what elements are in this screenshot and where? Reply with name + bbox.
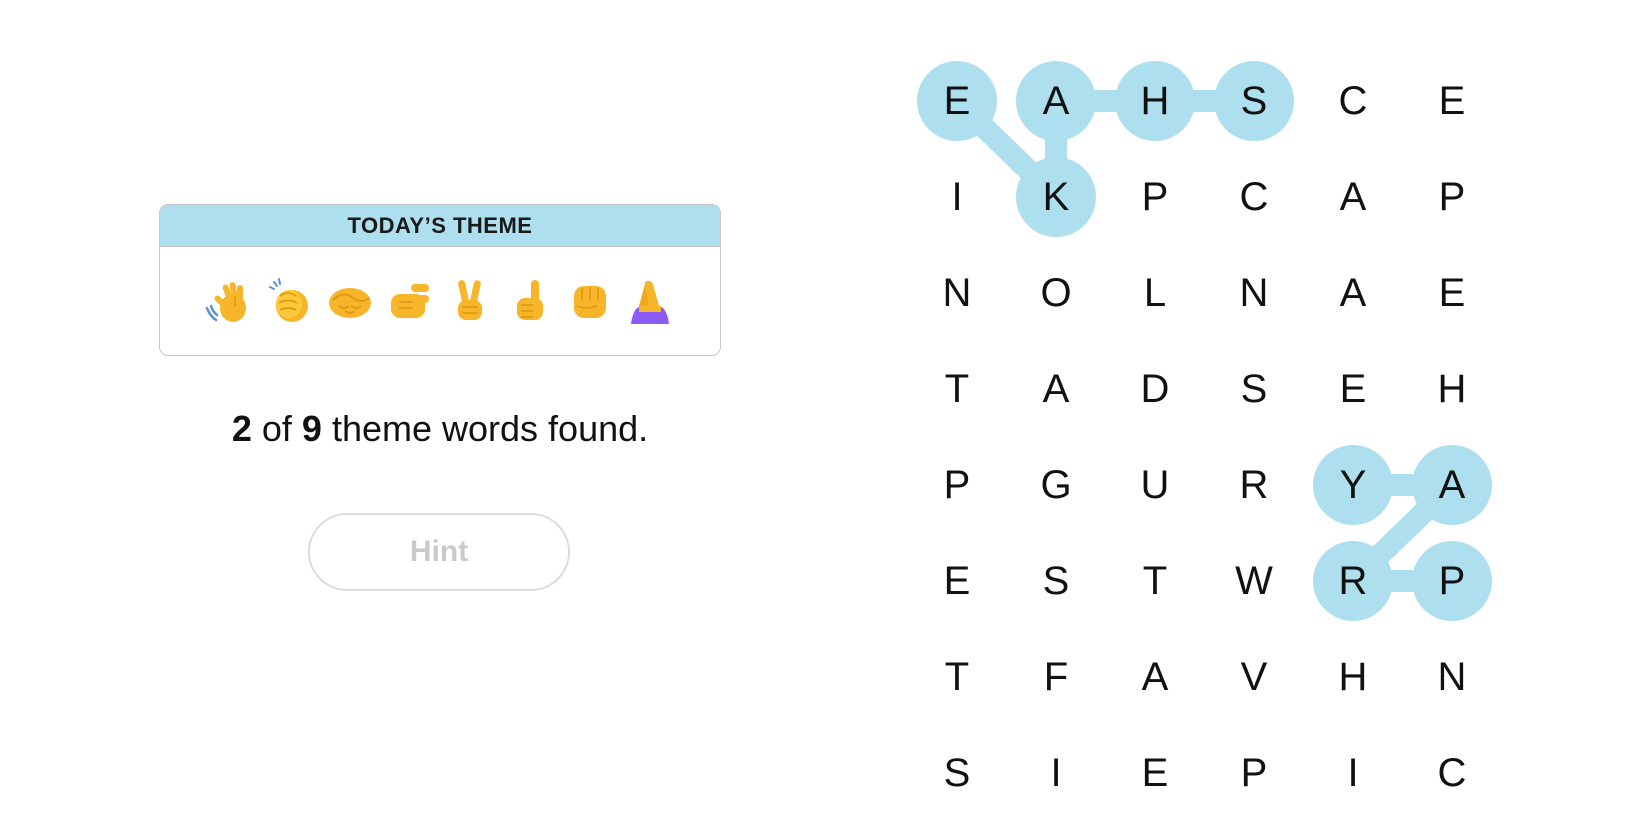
- letter-cell[interactable]: R: [1214, 445, 1294, 525]
- letter-cell[interactable]: S: [917, 733, 997, 813]
- theme-emoji-row: [160, 247, 720, 355]
- letter-cell[interactable]: S: [1214, 349, 1294, 429]
- letter-cell[interactable]: O: [1016, 253, 1096, 333]
- progress-suffix: theme words found.: [331, 408, 649, 449]
- letter-cell[interactable]: N: [917, 253, 997, 333]
- letter-cell[interactable]: P: [1412, 157, 1492, 237]
- letter-cell[interactable]: T: [917, 637, 997, 717]
- clapping-hands-icon: [265, 276, 315, 326]
- index-pointing-up-icon: [505, 276, 555, 326]
- letter-cell[interactable]: D: [1115, 349, 1195, 429]
- letter-cell[interactable]: C: [1214, 157, 1294, 237]
- letter-cell[interactable]: E: [1313, 349, 1393, 429]
- letter-cell[interactable]: E: [1115, 733, 1195, 813]
- letter-cell[interactable]: N: [1214, 253, 1294, 333]
- letter-cell[interactable]: G: [1016, 445, 1096, 525]
- letter-cell[interactable]: N: [1412, 637, 1492, 717]
- letter-cell[interactable]: W: [1214, 541, 1294, 621]
- letter-cell[interactable]: C: [1313, 61, 1393, 141]
- hint-button[interactable]: Hint: [308, 513, 570, 591]
- progress-text: 2 of 9 theme words found.: [159, 408, 721, 450]
- handshake-icon: [325, 276, 375, 326]
- letter-cell[interactable]: T: [1115, 541, 1195, 621]
- letter-cell[interactable]: P: [1412, 541, 1492, 621]
- letter-cell[interactable]: A: [1115, 637, 1195, 717]
- letter-cell[interactable]: E: [917, 541, 997, 621]
- letter-cell[interactable]: S: [1016, 541, 1096, 621]
- letter-cell[interactable]: Y: [1313, 445, 1393, 525]
- letter-cell[interactable]: A: [1016, 61, 1096, 141]
- found-count: 2: [231, 408, 252, 449]
- total-count: 9: [301, 408, 322, 449]
- letter-cell[interactable]: I: [1016, 733, 1096, 813]
- letter-cell[interactable]: V: [1214, 637, 1294, 717]
- raised-fist-icon: [565, 276, 615, 326]
- letter-cell[interactable]: H: [1115, 61, 1195, 141]
- letter-cell[interactable]: U: [1115, 445, 1195, 525]
- letter-cell[interactable]: A: [1313, 157, 1393, 237]
- letter-cell[interactable]: A: [1412, 445, 1492, 525]
- letter-cell[interactable]: A: [1313, 253, 1393, 333]
- pinching-hand-icon: [385, 276, 435, 326]
- letter-cell[interactable]: P: [1115, 157, 1195, 237]
- letter-cell[interactable]: K: [1016, 157, 1096, 237]
- letter-cell[interactable]: E: [1412, 253, 1492, 333]
- letter-cell[interactable]: L: [1115, 253, 1195, 333]
- victory-hand-icon: [445, 276, 495, 326]
- letter-cell[interactable]: E: [917, 61, 997, 141]
- letter-cell[interactable]: C: [1412, 733, 1492, 813]
- letter-cell[interactable]: I: [917, 157, 997, 237]
- letter-cell[interactable]: P: [917, 445, 997, 525]
- letter-cell[interactable]: T: [917, 349, 997, 429]
- of-word: of: [261, 408, 292, 449]
- letter-cell[interactable]: S: [1214, 61, 1294, 141]
- letter-cell[interactable]: P: [1214, 733, 1294, 813]
- theme-card: TODAY’S THEME: [159, 204, 721, 356]
- letter-cell[interactable]: I: [1313, 733, 1393, 813]
- theme-header: TODAY’S THEME: [160, 205, 720, 247]
- letter-cell[interactable]: R: [1313, 541, 1393, 621]
- waving-hand-icon: [205, 276, 255, 326]
- letter-cell[interactable]: F: [1016, 637, 1096, 717]
- folded-hands-icon: [625, 276, 675, 326]
- letter-cell[interactable]: H: [1412, 349, 1492, 429]
- letter-cell[interactable]: E: [1412, 61, 1492, 141]
- letter-cell[interactable]: A: [1016, 349, 1096, 429]
- letter-cell[interactable]: H: [1313, 637, 1393, 717]
